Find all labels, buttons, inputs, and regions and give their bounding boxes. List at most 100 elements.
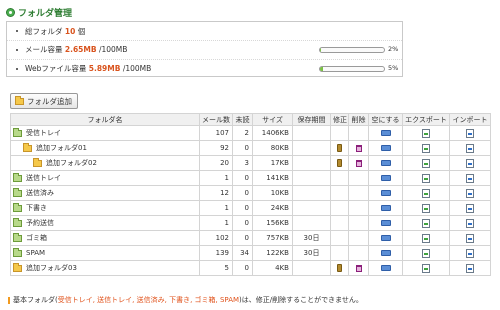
import-icon[interactable] [466, 218, 474, 228]
col-size: サイズ [252, 113, 293, 126]
folder-name[interactable]: 追加フォルダ03 [26, 263, 77, 273]
empty-folder-icon[interactable] [380, 190, 391, 196]
folder-name-cell: 追加フォルダ03 [10, 260, 200, 276]
export-icon[interactable] [422, 218, 430, 228]
folder-name[interactable]: 予約送信 [26, 218, 54, 228]
import-icon[interactable] [466, 158, 474, 168]
empty-folder-icon[interactable] [380, 205, 391, 211]
import-icon[interactable] [466, 143, 474, 153]
export-cell [402, 155, 450, 171]
import-cell [449, 260, 491, 276]
delete-cell [348, 140, 369, 156]
empty-folder-icon[interactable] [380, 160, 391, 166]
folder-name[interactable]: 下書き [26, 203, 47, 213]
col-retention: 保存期間 [292, 113, 331, 126]
folder-name[interactable]: 追加フォルダ01 [36, 143, 87, 153]
empty-folder-icon[interactable] [380, 130, 391, 136]
trash-icon[interactable] [355, 144, 362, 152]
mail-count: 1 [199, 200, 233, 216]
bullet-icon [16, 67, 18, 70]
unread-count: 0 [232, 200, 253, 216]
import-icon[interactable] [466, 233, 474, 243]
import-icon[interactable] [466, 203, 474, 213]
import-cell [449, 200, 491, 216]
table-header-row: フォルダ名 メール数 未読 サイズ 保存期間 修正 削除 空にする エクスポート… [10, 113, 491, 126]
folder-name[interactable]: 送信トレイ [26, 173, 61, 183]
mail-count: 20 [199, 155, 233, 171]
export-cell [402, 185, 450, 201]
empty-folder-icon[interactable] [380, 220, 391, 226]
empty-folder-icon[interactable] [380, 175, 391, 181]
folder-icon [13, 262, 22, 272]
export-cell [402, 140, 450, 156]
folder-name[interactable]: 送信済み [26, 188, 54, 198]
mail-count: 102 [199, 230, 233, 246]
pencil-icon[interactable] [337, 264, 342, 272]
mail-usage-bar [319, 47, 385, 53]
empty-cell [368, 185, 403, 201]
web-usage-value: 5.89MB [88, 64, 121, 73]
export-icon[interactable] [422, 248, 430, 258]
export-icon[interactable] [422, 143, 430, 153]
export-icon[interactable] [422, 233, 430, 243]
empty-cell [368, 215, 403, 231]
folder-icon [13, 202, 22, 212]
import-icon[interactable] [466, 128, 474, 138]
folder-name[interactable]: 追加フォルダ02 [46, 158, 97, 168]
mail-count: 107 [199, 125, 233, 141]
import-icon[interactable] [466, 248, 474, 258]
export-icon[interactable] [422, 188, 430, 198]
folder-name[interactable]: SPAM [26, 249, 45, 257]
export-icon[interactable] [422, 203, 430, 213]
export-icon[interactable] [422, 128, 430, 138]
empty-cell [368, 125, 403, 141]
mail-usage-value: 2.65MB [64, 45, 97, 54]
add-folder-button[interactable]: フォルダ追加 [10, 93, 78, 109]
import-cell [449, 215, 491, 231]
import-cell [449, 170, 491, 186]
page-header: フォルダ管理 [6, 6, 72, 19]
edit-cell [330, 200, 349, 216]
trash-icon[interactable] [355, 159, 362, 167]
folder-size: 156KB [252, 215, 293, 231]
export-icon[interactable] [422, 263, 430, 273]
table-row: 送信済み 12 0 10KB [10, 185, 491, 201]
empty-cell [368, 245, 403, 261]
trash-icon[interactable] [355, 264, 362, 272]
import-icon[interactable] [466, 173, 474, 183]
mail-count: 1 [199, 170, 233, 186]
mail-count: 92 [199, 140, 233, 156]
empty-folder-icon[interactable] [380, 145, 391, 151]
total-folders-unit: 個 [77, 26, 86, 36]
folder-name-cell: 追加フォルダ02 [10, 155, 200, 171]
folder-name-cell: 追加フォルダ01 [10, 140, 200, 156]
pencil-icon[interactable] [337, 159, 342, 167]
col-folder-name: フォルダ名 [10, 113, 200, 126]
folder-name[interactable]: ゴミ箱 [26, 233, 47, 243]
delete-cell [348, 170, 369, 186]
import-icon[interactable] [466, 263, 474, 273]
import-icon[interactable] [466, 188, 474, 198]
folder-size: 10KB [252, 185, 293, 201]
export-icon[interactable] [422, 158, 430, 168]
retention-period [292, 155, 331, 171]
table-row: ゴミ箱 102 0 757KB 30日 [10, 230, 491, 246]
folder-name[interactable]: 受信トレイ [26, 128, 61, 138]
empty-folder-icon[interactable] [380, 235, 391, 241]
folder-icon [13, 172, 22, 182]
empty-folder-icon[interactable] [380, 265, 391, 271]
folder-name-cell: 下書き [10, 200, 200, 216]
table-row: 受信トレイ 107 2 1406KB [10, 125, 491, 141]
folder-icon [23, 142, 32, 152]
pencil-icon[interactable] [337, 144, 342, 152]
folder-icon [13, 232, 22, 242]
empty-folder-icon[interactable] [380, 250, 391, 256]
folder-add-icon [15, 95, 24, 105]
delete-cell [348, 215, 369, 231]
export-icon[interactable] [422, 173, 430, 183]
mail-usage-row: メール容量 2.65MB /100MB 2% [7, 40, 402, 58]
edit-cell [330, 185, 349, 201]
export-cell [402, 215, 450, 231]
web-usage-percent: 5% [388, 64, 399, 72]
folder-name-cell: 予約送信 [10, 215, 200, 231]
